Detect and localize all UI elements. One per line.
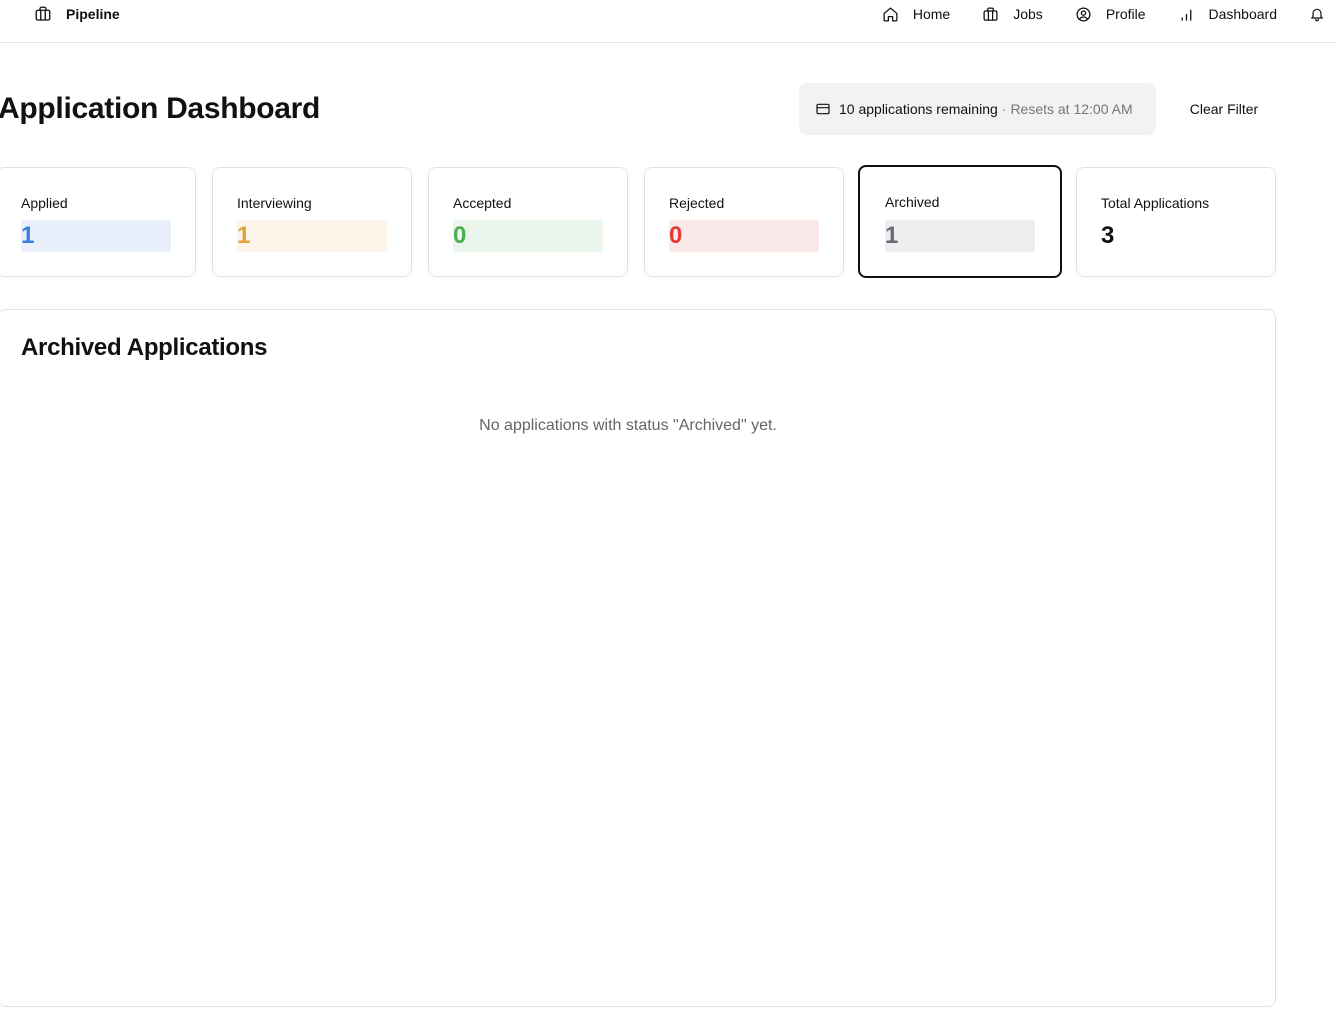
nav-item-profile-label: Profile xyxy=(1105,6,1146,22)
stat-card-total[interactable]: Total Applications 3 xyxy=(1076,167,1276,277)
quota-banner: 10 applications remaining · Resets at 12… xyxy=(799,83,1156,135)
stat-card-applied[interactable]: Applied 1 xyxy=(0,167,196,277)
quota-remaining: 10 applications remaining xyxy=(839,101,998,117)
nav-item-jobs-label: Jobs xyxy=(1013,6,1043,22)
brand-name: Pipeline xyxy=(66,6,120,22)
empty-state-message: No applications with status "Archived" y… xyxy=(479,417,777,434)
stat-card-value: 1 xyxy=(21,220,171,252)
nav-item-jobs[interactable]: Jobs xyxy=(982,6,1043,23)
nav-item-home-label: Home xyxy=(912,6,951,22)
stat-card-label: Total Applications xyxy=(1101,195,1210,211)
credit-card-icon xyxy=(815,101,831,117)
stat-card-label: Rejected xyxy=(669,195,725,211)
nav-item-profile[interactable]: Profile xyxy=(1075,6,1146,23)
bar-chart-icon xyxy=(1178,6,1195,23)
quota-reset: Resets at 12:00 AM xyxy=(1010,101,1133,117)
briefcase-icon xyxy=(982,6,999,23)
brand[interactable]: Pipeline xyxy=(34,4,120,24)
nav-item-home[interactable]: Home xyxy=(882,6,950,23)
stat-card-label: Accepted xyxy=(453,195,512,211)
quota-separator: · xyxy=(1001,101,1007,117)
panel-title: Archived Applications xyxy=(21,334,268,361)
clear-filter-button[interactable]: Clear Filter xyxy=(1174,91,1274,127)
stat-card-label: Applied xyxy=(21,195,68,211)
stat-card-archived[interactable]: Archived 1 xyxy=(858,165,1062,278)
bell-icon xyxy=(1309,6,1325,22)
top-nav: Pipeline Home Jobs Profile Dashboard xyxy=(0,0,1337,43)
notifications-button[interactable] xyxy=(1309,6,1325,22)
stat-card-value: 1 xyxy=(885,220,1035,252)
stat-card-value: 0 xyxy=(669,220,819,252)
nav-links: Home Jobs Profile Dashboard xyxy=(882,4,1337,24)
stat-card-value: 1 xyxy=(237,220,387,252)
home-icon xyxy=(882,6,899,23)
nav-item-dashboard-label: Dashboard xyxy=(1208,6,1278,22)
stat-card-label: Archived xyxy=(885,194,940,210)
page-title: Application Dashboard xyxy=(0,92,321,125)
stat-card-rejected[interactable]: Rejected 0 xyxy=(644,167,844,277)
stat-card-label: Interviewing xyxy=(237,195,312,211)
stat-card-value: 0 xyxy=(453,220,603,252)
nav-item-dashboard[interactable]: Dashboard xyxy=(1178,6,1278,23)
stat-card-accepted[interactable]: Accepted 0 xyxy=(428,167,628,277)
user-circle-icon xyxy=(1075,6,1092,23)
stat-card-value: 3 xyxy=(1101,222,1115,249)
applications-panel: Archived Applications No applications wi… xyxy=(0,309,1276,1007)
briefcase-icon xyxy=(34,5,52,23)
stat-card-interviewing[interactable]: Interviewing 1 xyxy=(212,167,412,277)
